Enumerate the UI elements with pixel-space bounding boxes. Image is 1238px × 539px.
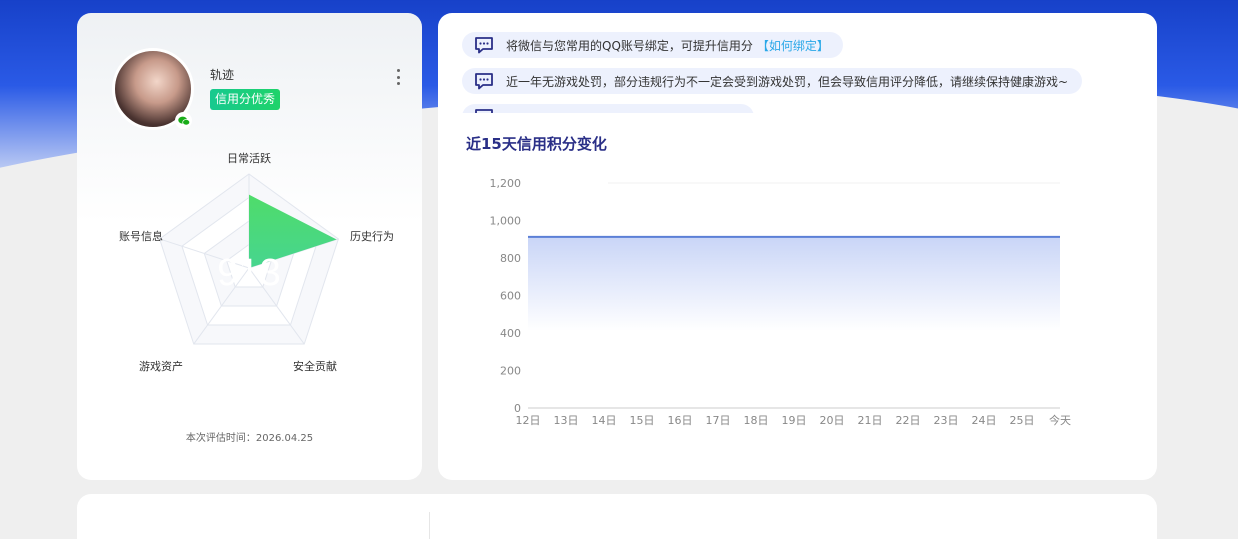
y-tick-label: 400	[500, 327, 521, 340]
radar-dimension-label: 安全贡献	[293, 359, 337, 373]
x-tick-label: 14日	[592, 414, 617, 427]
bottom-panel	[77, 494, 1157, 539]
x-tick-label: 21日	[858, 414, 883, 427]
panel-divider	[429, 512, 430, 539]
credit-score-value: 913	[217, 252, 280, 294]
x-tick-label: 20日	[820, 414, 845, 427]
radar-dimension-label: 日常活跃	[227, 151, 271, 165]
x-tick-label: 22日	[896, 414, 921, 427]
x-tick-label: 15日	[630, 414, 655, 427]
y-tick-label: 1,200	[490, 177, 522, 190]
x-tick-label: 25日	[1010, 414, 1035, 427]
y-tick-label: 800	[500, 252, 521, 265]
score-area-fill	[528, 236, 1060, 408]
score-trend-card: 将微信与您常用的QQ账号绑定，可提升信用分 【如何绑定】 近一年无游戏处罚，部分…	[438, 13, 1157, 480]
evaluation-time: 本次评估时间：2026.04.25	[185, 433, 314, 444]
x-tick-label: 24日	[972, 414, 997, 427]
x-tick-label: 16日	[668, 414, 693, 427]
y-tick-label: 1,000	[490, 215, 522, 228]
x-tick-label: 17日	[706, 414, 731, 427]
x-tick-label: 13日	[554, 414, 579, 427]
y-tick-label: 200	[500, 365, 521, 378]
x-tick-label: 23日	[934, 414, 959, 427]
credit-radar-chart: 913 日常活跃历史行为安全贡献 游戏资产 账号信息	[119, 151, 394, 373]
radar-dimension-label: 账号信息	[119, 229, 163, 243]
score-trend-chart: 02004006008001,0001,20012日 13日 14日 15日 16日 17…	[490, 177, 1072, 427]
radar-dimension-label: 游戏资产	[139, 359, 183, 373]
x-tick-label: 18日	[744, 414, 769, 427]
radar-dimension-label: 历史行为	[350, 230, 394, 243]
x-tick-label: 今天	[1049, 413, 1071, 427]
x-tick-label: 19日	[782, 414, 807, 427]
y-tick-label: 600	[500, 290, 521, 303]
x-tick-label: 12日	[516, 414, 541, 427]
credit-profile-card: 轨迹 信用分优秀 913 日常活跃 历史行为 安全贡献 游戏资产 账号信息 本次评估时间：…	[77, 13, 422, 480]
